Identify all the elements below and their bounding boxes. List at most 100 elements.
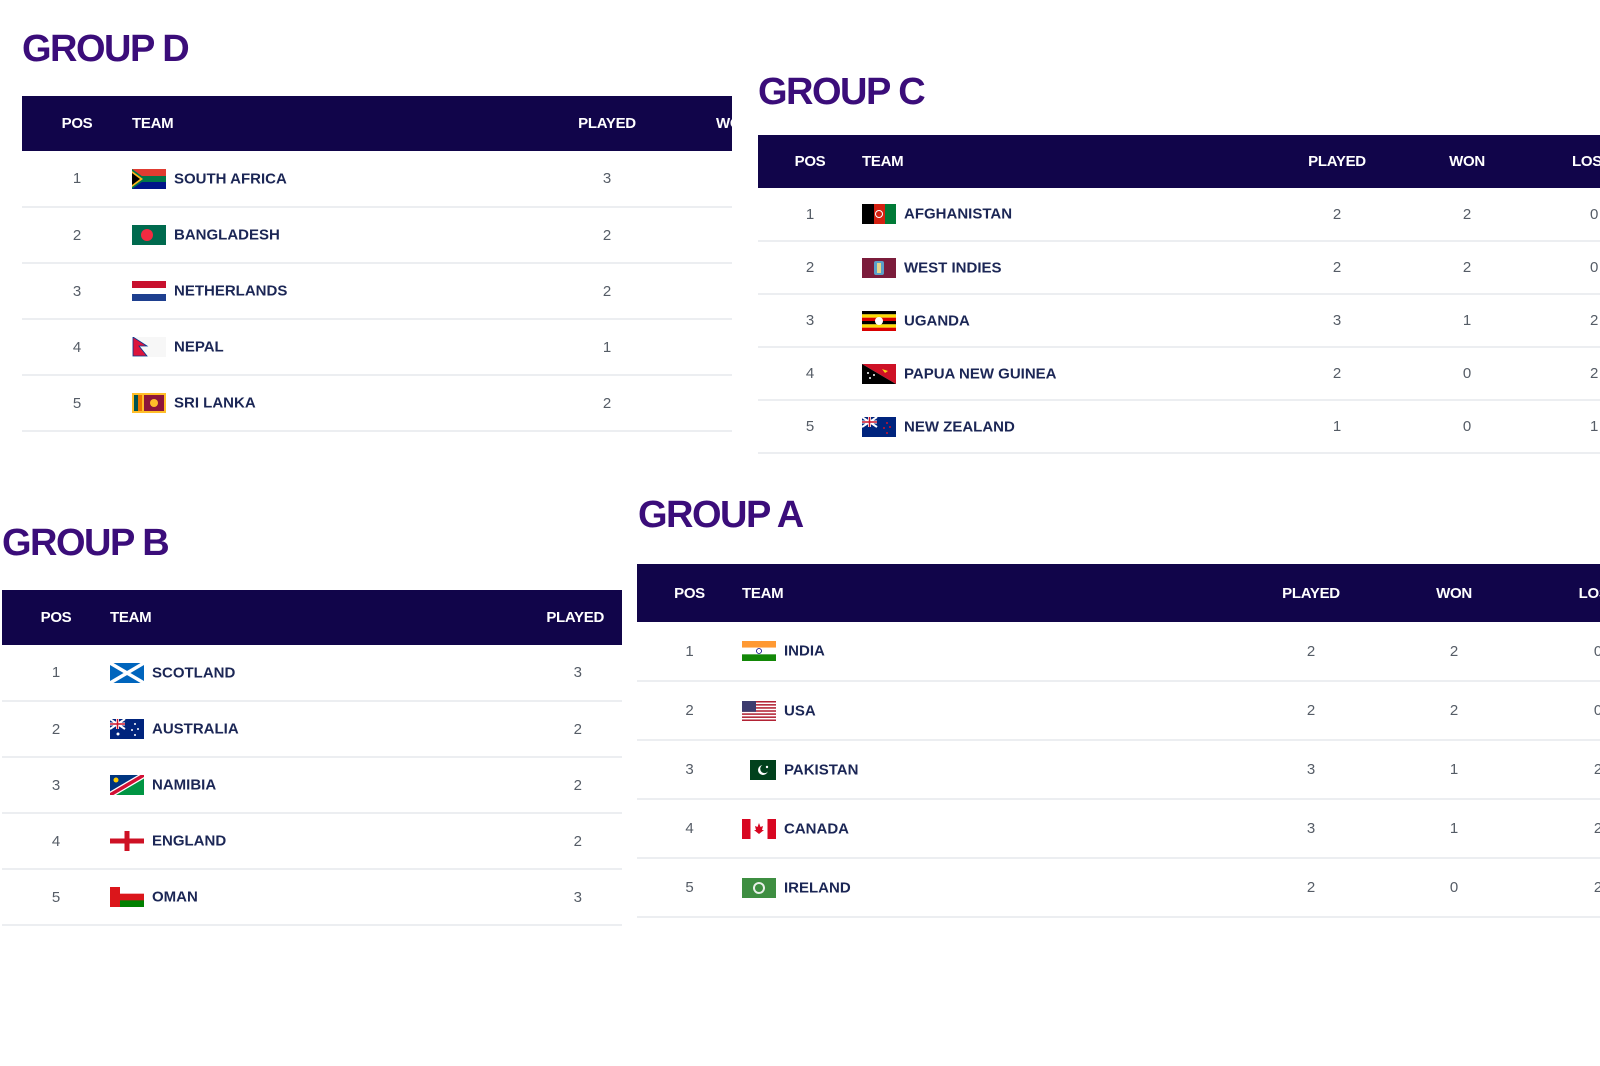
team-name[interactable]: ENGLAND [152, 833, 226, 850]
col-pos[interactable]: POS [2, 590, 110, 645]
won-cell: 2 [1402, 188, 1532, 242]
pos-cell: 1 [22, 151, 132, 208]
team-cell: CANADA [742, 799, 1242, 859]
col-pos[interactable]: POS [637, 564, 742, 622]
col-played[interactable]: PLAYED [1272, 135, 1402, 188]
table-row[interactable]: 1 SCOTLAND 3 [2, 645, 622, 702]
team-name[interactable]: WEST INDIES [904, 259, 1002, 276]
col-team[interactable]: TEAM [742, 564, 1242, 622]
team-name[interactable]: SRI LANKA [174, 395, 256, 412]
col-team[interactable]: TEAM [110, 590, 522, 645]
team-name[interactable]: AFGHANISTAN [904, 206, 1012, 223]
col-lost[interactable]: LOST [1528, 564, 1600, 622]
team-name[interactable]: USA [784, 702, 816, 719]
team-name[interactable]: NETHERLANDS [174, 283, 287, 300]
table-row[interactable]: 4 PAPUA NEW GUINEA 2 0 2 [758, 347, 1600, 401]
won-cell: 2 [1402, 241, 1532, 295]
pos-cell: 3 [758, 294, 862, 348]
lost-cell: 0 [1528, 622, 1600, 682]
table-row[interactable]: 5 IRELAND 2 0 2 [637, 858, 1600, 918]
col-pos[interactable]: POS [758, 135, 862, 188]
table-row[interactable]: 5 NEW ZEALAND 1 0 1 [758, 400, 1600, 454]
team-name[interactable]: SOUTH AFRICA [174, 170, 287, 187]
team-cell: NAMIBIA [110, 757, 522, 814]
england-flag-icon [110, 831, 144, 851]
table-header: POS TEAM PLAYED WON LOST [637, 564, 1600, 622]
table-row[interactable]: 2BANGLADESH21 [22, 207, 732, 264]
col-lost[interactable]: LOS [1532, 135, 1600, 188]
team-name[interactable]: NAMIBIA [152, 777, 216, 794]
played-cell: 1 [542, 319, 672, 376]
team-name[interactable]: CANADA [784, 820, 849, 837]
team-name[interactable]: NEW ZEALAND [904, 418, 1015, 435]
table-row[interactable]: 2 USA 2 2 0 [637, 681, 1600, 741]
table-row[interactable]: 4 NEPAL 10 [22, 319, 732, 376]
col-pos[interactable]: POS [22, 96, 132, 151]
played-cell: 2 [542, 375, 672, 432]
sri-lanka-flag-icon [132, 393, 166, 413]
table-row[interactable]: 5 SRI LANKA 20 [22, 375, 732, 432]
team-name[interactable]: PAKISTAN [784, 761, 858, 778]
standings-table: POS TEAM PLAYED WO 1SOUTH AFRICA322BANGL… [22, 96, 732, 432]
team-name[interactable]: IRELAND [784, 879, 851, 896]
col-played[interactable]: PLAYED [1242, 564, 1380, 622]
table-row[interactable]: 4 CANADA 3 1 2 [637, 799, 1600, 859]
group-b-panel: GROUP B POS TEAM PLAYED 1 SCOTLAND 3 2 AUSTR… [0, 500, 622, 940]
table-row[interactable]: 1 SOUTH AFRICA 32 [22, 151, 732, 208]
played-cell: 2 [1272, 347, 1402, 401]
group-d-panel: GROUP D POS TEAM PLAYED WO 1 SOUTH AFRICA… [0, 0, 732, 450]
lost-cell: 0 [1532, 241, 1600, 295]
team-name[interactable]: SCOTLAND [152, 664, 235, 681]
table-row[interactable]: 3 UGANDA 3 1 2 [758, 294, 1600, 348]
team-name[interactable]: PAPUA NEW GUINEA [904, 365, 1057, 382]
pos-cell: 1 [758, 188, 862, 242]
team-cell: PAKISTAN [742, 740, 1242, 800]
team-name[interactable]: AUSTRALIA [152, 721, 239, 738]
afghanistan-flag-icon [862, 204, 896, 224]
partial-cell: 0 [672, 319, 732, 376]
pos-cell: 2 [22, 207, 132, 264]
partial-cell: 2 [672, 151, 732, 208]
played-cell: 2 [542, 263, 672, 320]
col-team[interactable]: TEAM [862, 135, 1272, 188]
won-cell: 1 [1402, 294, 1532, 348]
table-row[interactable]: 2 AUSTRALIA 2 [2, 701, 622, 758]
team-name[interactable]: INDIA [784, 643, 825, 660]
team-cell: IRELAND [742, 858, 1242, 918]
played-cell: 2 [522, 701, 622, 758]
team-cell: NEW ZEALAND [862, 400, 1272, 454]
table-row[interactable]: 2 WEST INDIES 2 2 0 [758, 241, 1600, 295]
col-played[interactable]: PLAYED [542, 96, 672, 151]
team-name[interactable]: OMAN [152, 889, 198, 906]
group-title: GROUP A [638, 494, 804, 536]
col-won[interactable]: WO [672, 96, 732, 151]
bangladesh-flag-icon [132, 225, 166, 245]
table-row[interactable]: 4 ENGLAND 2 [2, 813, 622, 870]
partial-cell: 0 [672, 375, 732, 432]
lost-cell: 2 [1532, 347, 1600, 401]
col-team[interactable]: TEAM [132, 96, 542, 151]
col-won[interactable]: WON [1402, 135, 1532, 188]
usa-flag-icon [742, 700, 776, 721]
col-played[interactable]: PLAYED [522, 590, 622, 645]
table-row[interactable]: 5 OMAN 3 [2, 869, 622, 926]
nepal-flag-icon [132, 337, 166, 357]
played-cell: 2 [1242, 622, 1380, 682]
table-row[interactable]: 3 PAKISTAN 3 1 2 [637, 740, 1600, 800]
col-won[interactable]: WON [1380, 564, 1528, 622]
netherlands-flag-icon [132, 281, 166, 301]
table-row[interactable]: 1 AFGHANISTAN 2 2 0 [758, 188, 1600, 242]
group-title: GROUP B [2, 522, 170, 564]
group-a-panel: GROUP A POS TEAM PLAYED WON LOST 1 INDIA 2… [636, 470, 1600, 930]
team-name[interactable]: BANGLADESH [174, 227, 280, 244]
ireland-flag-icon [742, 877, 776, 898]
team-name[interactable]: UGANDA [904, 312, 970, 329]
table-row[interactable]: 1 INDIA 2 2 0 [637, 622, 1600, 682]
table-row[interactable]: 3 NETHERLANDS 21 [22, 263, 732, 320]
table-row[interactable]: 3 NAMIBIA 2 [2, 757, 622, 814]
partial-cell: 1 [672, 263, 732, 320]
pos-cell: 4 [637, 799, 742, 859]
won-cell: 2 [1380, 681, 1528, 741]
team-name[interactable]: NEPAL [174, 339, 224, 356]
pos-cell: 2 [758, 241, 862, 295]
